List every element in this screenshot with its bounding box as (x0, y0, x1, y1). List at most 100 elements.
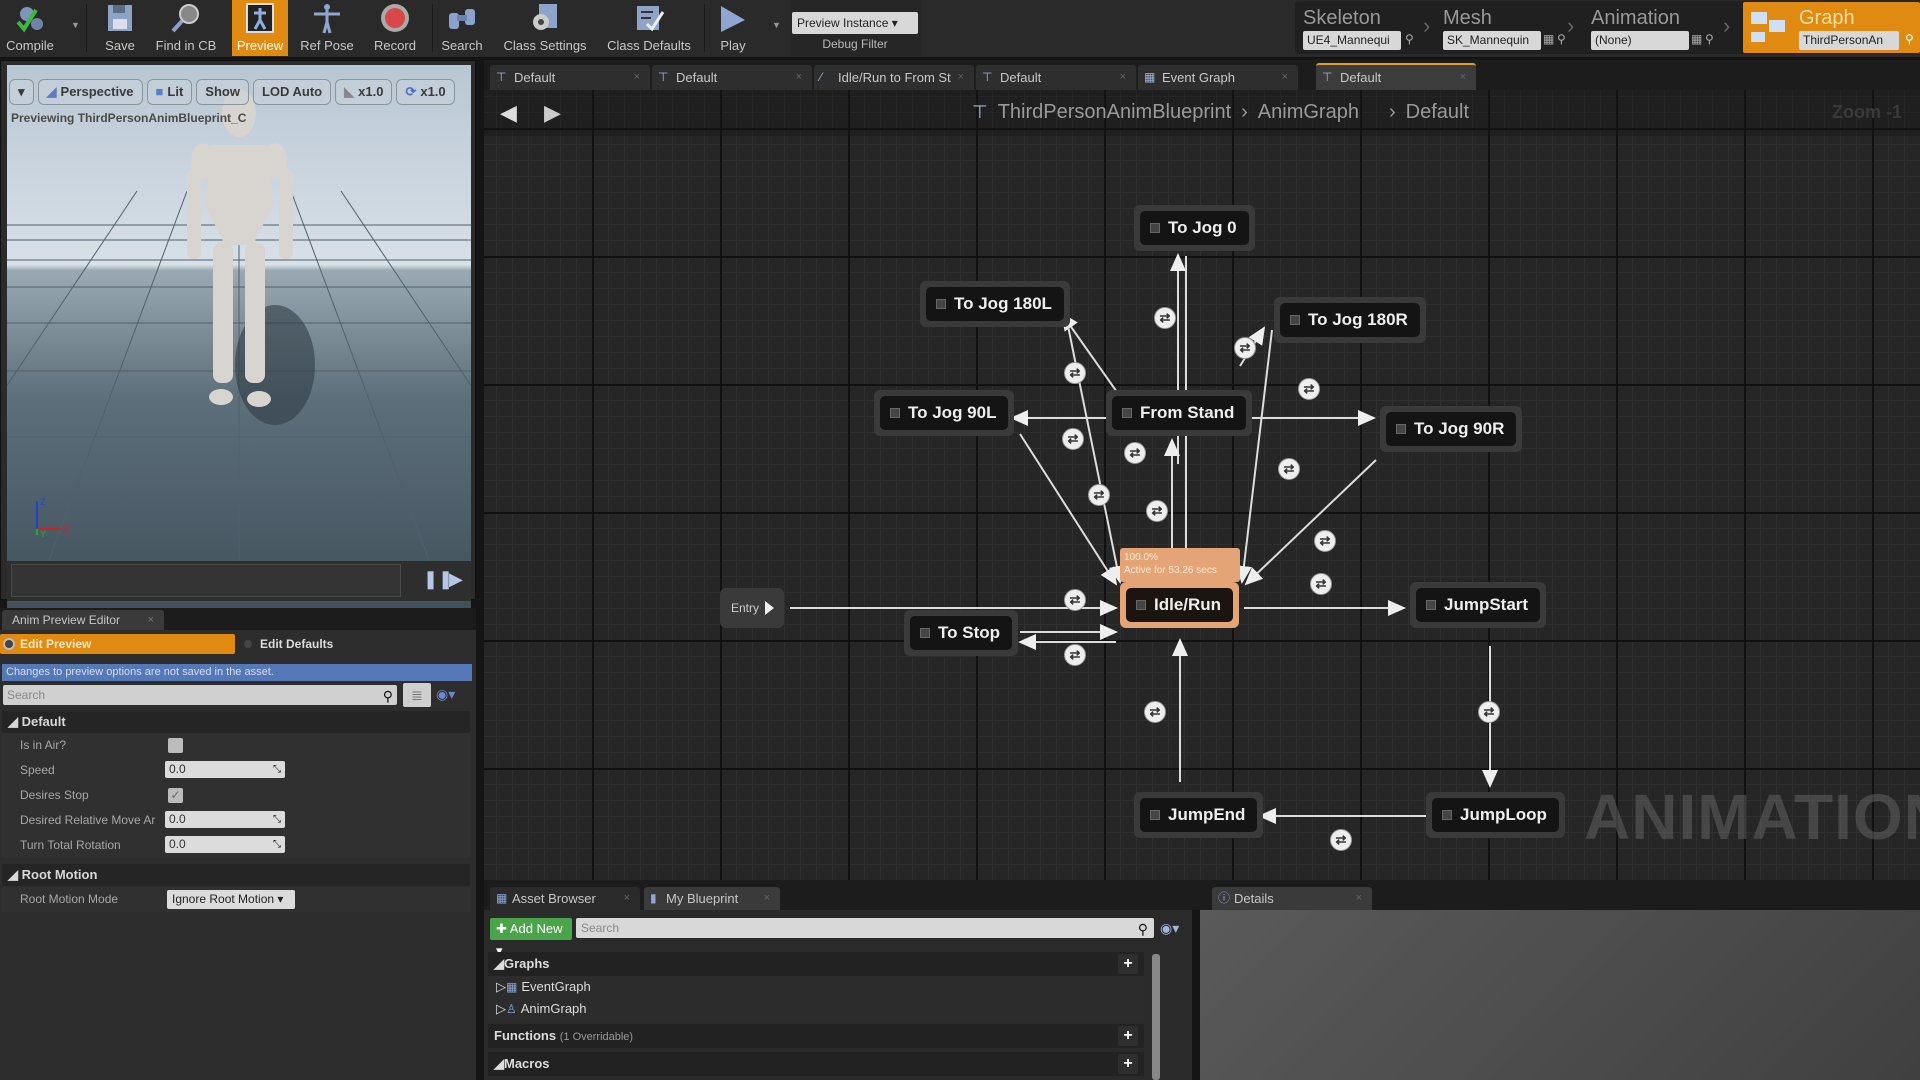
close-icon[interactable]: × (764, 887, 770, 910)
browse-icon[interactable]: ⚲ (1557, 32, 1566, 46)
mode-animation[interactable]: Animation (None) ▦ ⚲ (1583, 2, 1718, 53)
transition-rule-icon[interactable]: ⇄ (1310, 573, 1332, 595)
grid-icon[interactable]: ▦ (1691, 32, 1702, 46)
perspective-button[interactable]: ◢ Perspective (37, 79, 143, 105)
compile-options-caret[interactable]: ▼ (71, 20, 80, 30)
preview-viewport[interactable]: ▾ ◢ Perspective ■ Lit Show LOD Auto ◣ x1.0 … (0, 60, 476, 620)
close-icon[interactable]: × (1120, 65, 1126, 90)
viewport-options-dropdown[interactable]: ▾ (9, 79, 34, 105)
class-settings-button[interactable]: Class Settings (496, 0, 594, 56)
state-machine-graph[interactable]: ◀ ▶ ⊤ ThirdPersonAnimBlueprint › AnimGra… (484, 90, 1920, 880)
transition-rule-icon[interactable]: ⇄ (1146, 500, 1168, 522)
add-macro-button[interactable]: + (1118, 1054, 1138, 1074)
ref-pose-button[interactable]: Ref Pose (296, 0, 358, 56)
speed-input[interactable]: 0.0 ⤡ (165, 761, 285, 778)
turn-total-rotation-input[interactable]: 0.0 ⤡ (165, 836, 285, 853)
graph-tab[interactable]: ⊤ Default × (652, 65, 812, 90)
transition-rule-icon[interactable]: ⇄ (1478, 701, 1500, 723)
compile-button[interactable]: Compile (0, 0, 60, 56)
turntable-speed-button[interactable]: ⟳ x1.0 (396, 79, 455, 105)
view-options-eye-icon[interactable]: ◉▾ (1160, 920, 1179, 937)
close-icon[interactable]: × (1356, 887, 1362, 910)
my-blueprint-search-input[interactable]: Search ⚲ (576, 918, 1154, 938)
state-node-to-stop[interactable]: To Stop (904, 610, 1018, 656)
graph-item-animgraph[interactable]: ▷♙ AnimGraph (488, 998, 1144, 1020)
close-icon[interactable]: × (148, 610, 154, 630)
property-matrix-button[interactable]: ≣ (403, 683, 431, 707)
lod-button[interactable]: LOD Auto (252, 79, 332, 105)
state-node-jump-loop[interactable]: JumpLoop (1426, 792, 1565, 838)
view-options-eye-icon[interactable]: ◉▾ (436, 686, 455, 703)
close-icon[interactable]: × (796, 65, 802, 90)
play-button[interactable]: Play (708, 0, 758, 56)
grid-icon[interactable]: ▦ (1543, 32, 1554, 46)
state-node-from-stand[interactable]: From Stand (1106, 390, 1253, 436)
tab-details[interactable]: ⓘ Details × (1212, 887, 1372, 910)
browse-icon[interactable]: ⚲ (1705, 32, 1714, 46)
close-icon[interactable]: × (958, 65, 964, 90)
graph-tab[interactable]: ⁄ Idle/Run to From St × (814, 65, 974, 90)
mode-graph[interactable]: Graph ThirdPersonAn ⚲ (1743, 2, 1920, 53)
timeline-scrubber[interactable] (11, 564, 401, 597)
show-button[interactable]: Show (196, 79, 249, 105)
my-blueprint-scrollbar[interactable] (1152, 954, 1160, 1080)
tab-my-blueprint[interactable]: ▮ My Blueprint × (644, 887, 780, 910)
root-motion-mode-dropdown[interactable]: Ignore Root Motion ▾ (167, 890, 295, 909)
transition-rule-icon[interactable]: ⇄ (1064, 362, 1086, 384)
graph-tab[interactable]: ⊤ Default × (490, 65, 650, 90)
state-node-to-jog-0[interactable]: To Jog 0 (1134, 205, 1255, 251)
transition-rule-icon[interactable]: ⇄ (1154, 307, 1176, 329)
transition-rule-icon[interactable]: ⇄ (1062, 428, 1084, 450)
transition-rule-icon[interactable]: ⇄ (1298, 378, 1320, 400)
section-graphs[interactable]: ◢Graphs + (488, 952, 1144, 976)
tab-asset-browser[interactable]: ▦ Asset Browser × (490, 887, 640, 910)
transition-rule-icon[interactable]: ⇄ (1330, 829, 1352, 851)
transition-rule-icon[interactable]: ⇄ (1234, 337, 1256, 359)
state-node-to-jog-180r[interactable]: To Jog 180R (1274, 297, 1426, 343)
section-functions[interactable]: Functions (1 Overridable) + (488, 1024, 1144, 1048)
add-graph-button[interactable]: + (1118, 954, 1138, 974)
state-node-jump-start[interactable]: JumpStart (1410, 582, 1547, 628)
graph-item-eventgraph[interactable]: ▷▦ EventGraph (488, 976, 1144, 998)
is-in-air-checkbox[interactable] (168, 738, 183, 753)
transition-rule-icon[interactable]: ⇄ (1064, 589, 1086, 611)
transition-rule-icon[interactable]: ⇄ (1144, 701, 1166, 723)
class-defaults-button[interactable]: Class Defaults (600, 0, 698, 56)
state-node-to-jog-90r[interactable]: To Jog 90R (1380, 406, 1523, 452)
close-icon[interactable]: × (1460, 65, 1466, 90)
transition-rule-icon[interactable]: ⇄ (1314, 530, 1336, 552)
mode-mesh[interactable]: Mesh SK_Mannequin ▦ ⚲ (1435, 2, 1570, 53)
find-in-cb-button[interactable]: Find in CB (150, 0, 222, 56)
save-button[interactable]: Save (96, 0, 144, 56)
play-forward-icon[interactable]: ▶ (449, 569, 463, 590)
browse-icon[interactable]: ⚲ (1905, 32, 1914, 46)
play-options-caret[interactable]: ▼ (772, 20, 781, 30)
transition-rule-icon[interactable]: ⇄ (1278, 458, 1300, 480)
graph-tab-active[interactable]: ⊤ Default × (1316, 63, 1476, 90)
state-node-jump-end[interactable]: JumpEnd (1134, 792, 1264, 838)
transition-rule-icon[interactable]: ⇄ (1088, 484, 1110, 506)
close-icon[interactable]: × (624, 887, 630, 910)
browse-icon[interactable]: ⚲ (1405, 32, 1414, 46)
preview-button[interactable]: Preview (232, 0, 288, 56)
state-node-idle-run[interactable]: Idle/Run (1120, 582, 1240, 628)
search-button[interactable]: Search (436, 0, 488, 56)
drag-spin-icon[interactable]: ⤡ (273, 811, 281, 828)
section-macros[interactable]: ◢Macros + (488, 1052, 1144, 1076)
transition-rule-icon[interactable]: ⇄ (1064, 644, 1086, 666)
drag-spin-icon[interactable]: ⤡ (273, 836, 281, 853)
debug-filter-select[interactable]: Preview Instance ▾ (792, 12, 918, 34)
mode-skeleton[interactable]: Skeleton UE4_Mannequi ⚲ (1295, 2, 1430, 53)
desired-relative-move-input[interactable]: 0.0 ⤡ (165, 811, 285, 828)
lit-button[interactable]: ■ Lit (146, 79, 193, 105)
transition-rule-icon[interactable]: ⇄ (1124, 442, 1146, 464)
record-button[interactable]: Record (366, 0, 424, 56)
properties-search-input[interactable]: Search ⚲ (3, 685, 397, 705)
close-icon[interactable]: × (1282, 65, 1288, 90)
add-function-button[interactable]: + (1118, 1026, 1138, 1046)
category-root-motion[interactable]: ◢ Root Motion (2, 864, 470, 886)
state-node-to-jog-90l[interactable]: To Jog 90L (874, 390, 1015, 436)
category-default[interactable]: ◢ Default (2, 711, 470, 733)
edit-defaults-radio[interactable]: Edit Defaults (242, 634, 333, 654)
playback-speed-button[interactable]: ◣ x1.0 (335, 79, 393, 105)
